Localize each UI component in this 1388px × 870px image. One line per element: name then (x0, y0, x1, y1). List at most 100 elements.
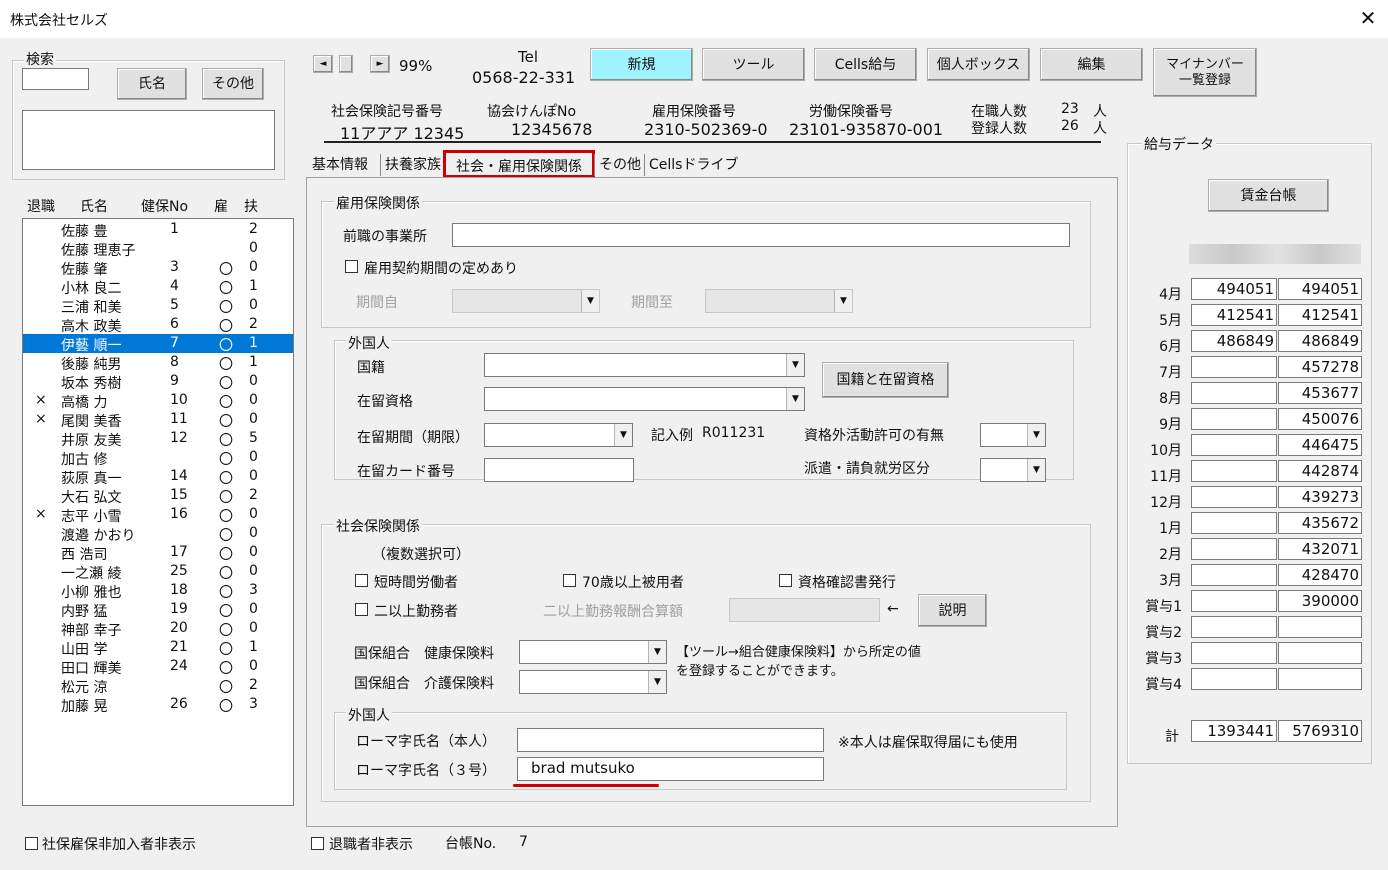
employee-row[interactable]: × 高橋 力 10 〇 0 (23, 391, 293, 411)
employee-row[interactable]: 加古 修 〇0 (23, 448, 293, 468)
salary-cell-col2[interactable]: 432071 (1278, 538, 1362, 560)
salary-cell-col1[interactable]: 412541 (1191, 304, 1277, 326)
employee-row[interactable]: 井原 友美 12 〇 5 (23, 429, 293, 449)
employee-row[interactable]: 大石 弘文 15 〇 2 (23, 486, 293, 506)
new-button[interactable]: 新規 (590, 48, 693, 81)
multi-work-checkbox[interactable] (355, 603, 368, 616)
employee-row[interactable]: 佐藤 理恵子 0 (23, 239, 293, 259)
salary-cell-col1[interactable]: 494051 (1191, 278, 1277, 300)
salary-cell-col2[interactable]: 442874 (1278, 460, 1362, 482)
short-time-checkbox[interactable] (355, 574, 368, 587)
salary-total-1[interactable]: 1393441 (1191, 720, 1277, 742)
nationality-combo[interactable]: ▼ (484, 353, 805, 377)
period-combo[interactable]: ▼ (484, 423, 633, 447)
personal-box-button[interactable]: 個人ボックス (927, 48, 1030, 81)
edit-button[interactable]: 編集 (1040, 48, 1143, 81)
salary-cell-col2[interactable]: 457278 (1278, 356, 1362, 378)
hide-retired-checkbox[interactable] (311, 837, 324, 850)
employee-row[interactable]: 神部 幸子 20 〇 0 (23, 619, 293, 639)
cells-kyuyo-button[interactable]: Cells給与 (814, 48, 917, 81)
tab-3[interactable]: その他 (594, 154, 645, 176)
employee-row[interactable]: 佐藤 豊 1 2 (23, 220, 293, 240)
scroll-thumb[interactable] (339, 55, 353, 73)
employee-row[interactable]: 田口 輝美 24 〇 0 (23, 657, 293, 677)
employee-row[interactable]: 加藤 晃 26 〇 3 (23, 695, 293, 715)
salary-cell-col2[interactable] (1278, 616, 1362, 638)
prev-employer-input[interactable] (452, 223, 1070, 247)
salary-cell-col1[interactable] (1191, 460, 1277, 482)
salary-cell-col1[interactable] (1191, 590, 1277, 612)
employee-list[interactable]: 佐藤 豊 1 2 佐藤 理恵子 0 佐藤 肇 3 〇 0 小林 良二 4 〇 1 三浦 和美 5 〇 0 高木 政… (22, 218, 294, 806)
tab-2[interactable]: 社会・雇用保険関係 (443, 150, 595, 178)
tab-0[interactable]: 基本情報 (308, 154, 372, 176)
salary-cell-col1[interactable] (1191, 564, 1277, 586)
salary-cell-col2[interactable]: 390000 (1278, 590, 1362, 612)
employee-row[interactable]: 渡邉 かおり 〇 0 (23, 524, 293, 544)
period-from-combo[interactable]: ▼ (452, 289, 600, 313)
contract-period-checkbox[interactable] (345, 260, 358, 273)
tools-button[interactable]: ツール (702, 48, 805, 81)
salary-cell-col1[interactable] (1191, 512, 1277, 534)
card-input[interactable] (484, 458, 634, 482)
prev-record-button[interactable]: ◄ (313, 55, 333, 73)
search-name-button[interactable]: 氏名 (117, 68, 187, 100)
employee-row[interactable]: × 尾関 美香 11 〇 0 (23, 410, 293, 430)
employee-row[interactable]: 一之瀬 綾 25 〇 0 (23, 562, 293, 582)
search-input[interactable] (22, 68, 89, 90)
employee-row[interactable]: 山田 学 21 〇 1 (23, 638, 293, 658)
salary-cell-col1[interactable] (1191, 356, 1277, 378)
salary-cell-col2[interactable] (1278, 642, 1362, 664)
salary-cell-col1[interactable] (1191, 642, 1277, 664)
tab-1[interactable]: 扶養家族 (380, 154, 445, 176)
employee-row[interactable]: 後藤 純男 8 〇 1 (23, 353, 293, 373)
romaji-self-input[interactable] (517, 728, 824, 752)
salary-cell-col1[interactable] (1191, 408, 1277, 430)
salary-cell-col2[interactable]: 435672 (1278, 512, 1362, 534)
employee-row[interactable]: 坂本 秀樹 9 〇 0 (23, 372, 293, 392)
period-to-combo[interactable]: ▼ (705, 289, 853, 313)
close-icon[interactable]: ✕ (1356, 6, 1380, 30)
employee-row[interactable]: 内野 猛 19 〇 0 (23, 600, 293, 620)
employee-row[interactable]: × 志平 小雪 16 〇 0 (23, 505, 293, 525)
next-record-button[interactable]: ► (370, 55, 390, 73)
salary-cell-col1[interactable] (1191, 538, 1277, 560)
nationality-status-button[interactable]: 国籍と在留資格 (822, 362, 949, 398)
salary-cell-col2[interactable] (1278, 668, 1362, 690)
romaji-no3-input[interactable]: brad mutsuko (517, 757, 824, 781)
mynumber-button[interactable]: マイナンバー 一覧登録 (1153, 48, 1257, 97)
employee-row[interactable]: 荻原 真一 14 〇 0 (23, 467, 293, 487)
care-fee-combo[interactable]: ▼ (519, 670, 667, 694)
cert-issue-checkbox[interactable] (779, 574, 792, 587)
salary-cell-col1[interactable] (1191, 616, 1277, 638)
search-results-box[interactable] (22, 110, 275, 170)
employee-row[interactable]: 高木 政美 6 〇 2 (23, 315, 293, 335)
employee-row[interactable]: 伊藝 順一 7 〇 1 (23, 334, 293, 354)
work-permit-combo[interactable]: ▼ (980, 423, 1046, 447)
salary-cell-col1[interactable]: 486849 (1191, 330, 1277, 352)
salary-cell-col2[interactable]: 450076 (1278, 408, 1362, 430)
salary-cell-col2[interactable]: 428470 (1278, 564, 1362, 586)
salary-cell-col2[interactable]: 453677 (1278, 382, 1362, 404)
salary-cell-col1[interactable] (1191, 668, 1277, 690)
employee-row[interactable]: 松元 涼 〇2 (23, 676, 293, 696)
wage-ledger-button[interactable]: 賃金台帳 (1208, 179, 1329, 212)
salary-cell-col2[interactable]: 439273 (1278, 486, 1362, 508)
over70-checkbox[interactable] (563, 574, 576, 587)
salary-cell-col1[interactable] (1191, 434, 1277, 456)
explain-button[interactable]: 説明 (918, 594, 987, 627)
employee-row[interactable]: 小柳 雅也 18 〇 3 (23, 581, 293, 601)
salary-cell-col1[interactable] (1191, 382, 1277, 404)
tab-4[interactable]: Cellsドライブ (644, 154, 742, 176)
salary-cell-col2[interactable]: 486849 (1278, 330, 1362, 352)
hide-unenrolled-checkbox[interactable] (25, 837, 38, 850)
dispatch-combo[interactable]: ▼ (980, 458, 1046, 482)
salary-cell-col1[interactable] (1191, 486, 1277, 508)
employee-row[interactable]: 佐藤 肇 3 〇0 (23, 258, 293, 278)
multi-work-total-input[interactable] (729, 598, 880, 622)
salary-total-2[interactable]: 5769310 (1278, 720, 1362, 742)
employee-row[interactable]: 小林 良二 4 〇 1 (23, 277, 293, 297)
employee-row[interactable]: 西 浩司 17 〇 0 (23, 543, 293, 563)
status-combo[interactable]: ▼ (484, 387, 805, 411)
employee-row[interactable]: 三浦 和美 5 〇 0 (23, 296, 293, 316)
salary-cell-col2[interactable]: 446475 (1278, 434, 1362, 456)
